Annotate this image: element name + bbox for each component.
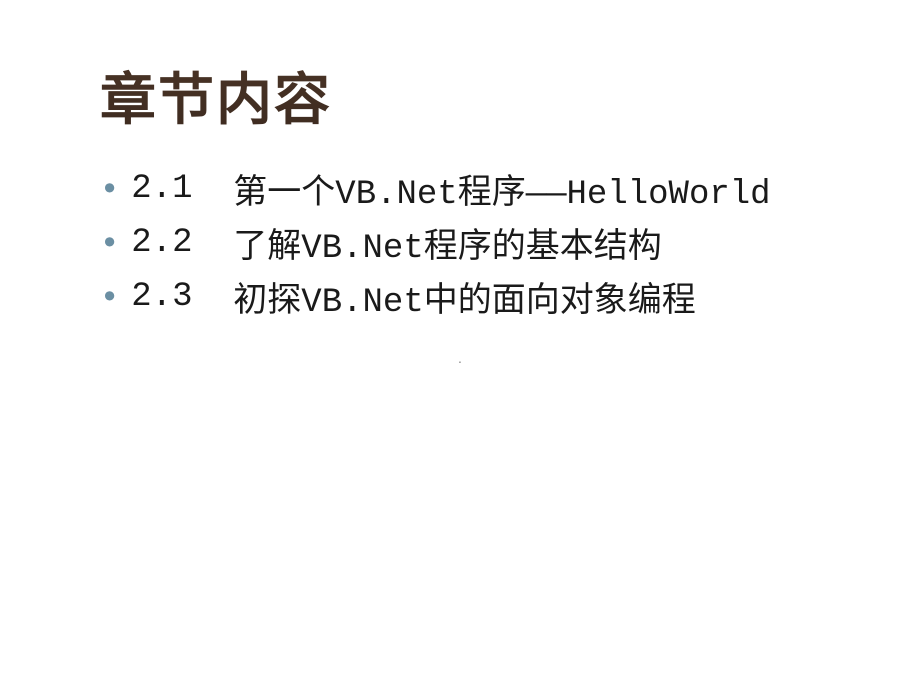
list-item: • 2.2 了解VB.Net程序的基本结构 — [100, 218, 840, 268]
bullet-icon: • — [100, 173, 119, 205]
list-item: • 2.3 初探VB.Net中的面向对象编程 — [100, 272, 840, 322]
bullet-icon: • — [100, 281, 119, 313]
item-number: 2.2 — [131, 224, 233, 262]
slide-container: 章节内容 • 2.1 第一个VB.Net程序——HelloWorld • 2.2… — [0, 0, 920, 690]
center-mark: . — [458, 350, 462, 366]
item-number: 2.3 — [131, 278, 233, 316]
item-text: 第一个VB.Net程序——HelloWorld — [233, 164, 770, 214]
item-number: 2.1 — [131, 170, 233, 208]
content-list: • 2.1 第一个VB.Net程序——HelloWorld • 2.2 了解VB… — [100, 164, 840, 322]
bullet-icon: • — [100, 227, 119, 259]
slide-title: 章节内容 — [100, 55, 840, 136]
item-text: 了解VB.Net程序的基本结构 — [233, 218, 661, 268]
item-text: 初探VB.Net中的面向对象编程 — [233, 272, 695, 322]
list-item: • 2.1 第一个VB.Net程序——HelloWorld — [100, 164, 840, 214]
